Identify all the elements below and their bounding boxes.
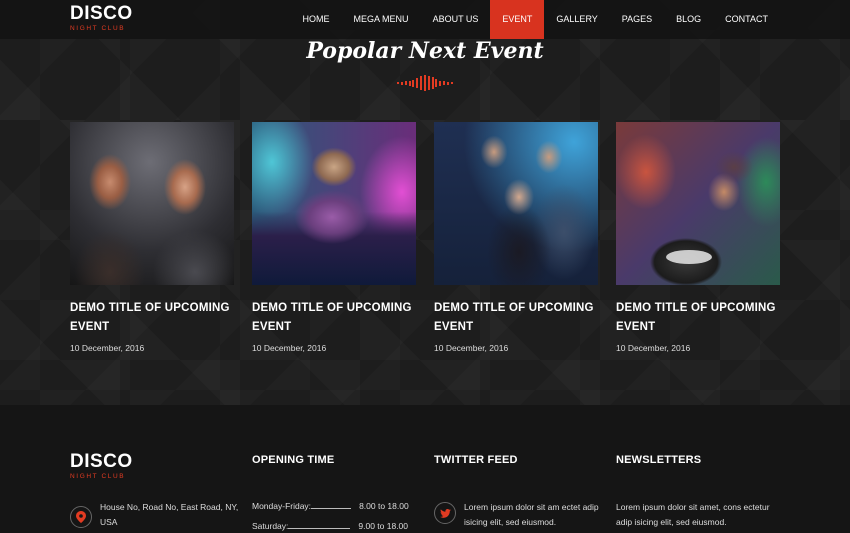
event-card[interactable]: DEMO TITLE OF UPCOMING EVENT 10 December… (434, 122, 598, 353)
event-title[interactable]: DEMO TITLE OF UPCOMING EVENT (252, 299, 416, 337)
nav-item-mega-menu[interactable]: MEGA MENU (342, 0, 421, 39)
footer-logo-tagline: NIGHT CLUB (70, 473, 126, 480)
event-date: 10 December, 2016 (70, 343, 145, 353)
twitter-icon[interactable] (434, 502, 456, 524)
hours-row: Monday-Friday: 8.00 to 18.00 (252, 501, 416, 511)
opening-time-title: OPENING TIME (252, 454, 335, 466)
event-image[interactable] (252, 122, 416, 285)
hours-day: Saturday: (252, 521, 289, 531)
nav-item-blog[interactable]: BLOG (664, 0, 713, 39)
nav-item-about-us[interactable]: ABOUT US (421, 0, 491, 39)
twitter-feed-title: TWITTER FEED (434, 454, 518, 466)
hours-time: 9.00 to 18.00 (358, 521, 409, 531)
event-date: 10 December, 2016 (252, 343, 327, 353)
nav-item-pages[interactable]: PAGES (610, 0, 664, 39)
hours-day: Monday-Friday: (252, 501, 312, 511)
twitter-feed-text: Lorem ipsum dolor sit am ectet adip isic… (464, 502, 599, 527)
hours-row: Saturday: 9.00 to 18.00 (252, 521, 416, 531)
event-date: 10 December, 2016 (434, 343, 509, 353)
nav-item-event[interactable]: EVENT (490, 0, 545, 39)
nav-item-gallery[interactable]: GALLERY (544, 0, 609, 39)
newsletters-text: Lorem ipsum dolor sit amet, cons ectetur… (616, 502, 770, 527)
logo-name: DISCO (70, 3, 133, 24)
equalizer-icon (397, 75, 453, 91)
nav-item-home[interactable]: HOME (291, 0, 342, 39)
header: DISCO NIGHT CLUB HOME MEGA MENU ABOUT US… (0, 0, 850, 39)
event-image[interactable] (70, 122, 234, 285)
footer-address: House No, Road No, East Road, NY, USA (100, 502, 239, 527)
footer-logo[interactable]: DISCO NIGHT CLUB (70, 451, 133, 481)
turntable-record (666, 250, 712, 264)
event-title[interactable]: DEMO TITLE OF UPCOMING EVENT (616, 299, 780, 337)
event-title[interactable]: DEMO TITLE OF UPCOMING EVENT (70, 299, 234, 337)
newsletters-title: NEWSLETTERS (616, 454, 702, 466)
section-title: Popolar Next Event (306, 38, 544, 64)
event-image[interactable] (434, 122, 598, 285)
footer-logo-name: DISCO (70, 451, 133, 472)
logo-tagline: NIGHT CLUB (70, 25, 126, 32)
event-date: 10 December, 2016 (616, 343, 691, 353)
event-image[interactable] (616, 122, 780, 285)
event-card[interactable]: DEMO TITLE OF UPCOMING EVENT 10 December… (252, 122, 416, 353)
event-card[interactable]: DEMO TITLE OF UPCOMING EVENT 10 December… (70, 122, 234, 353)
event-card[interactable]: DEMO TITLE OF UPCOMING EVENT 10 December… (616, 122, 780, 353)
event-title[interactable]: DEMO TITLE OF UPCOMING EVENT (434, 299, 598, 337)
hours-time: 8.00 to 18.00 (359, 501, 409, 511)
main-nav: HOME MEGA MENU ABOUT US EVENT GALLERY PA… (291, 0, 780, 39)
nav-item-contact[interactable]: CONTACT (713, 0, 780, 39)
map-pin-icon (70, 506, 92, 528)
logo[interactable]: DISCO NIGHT CLUB (70, 3, 133, 33)
